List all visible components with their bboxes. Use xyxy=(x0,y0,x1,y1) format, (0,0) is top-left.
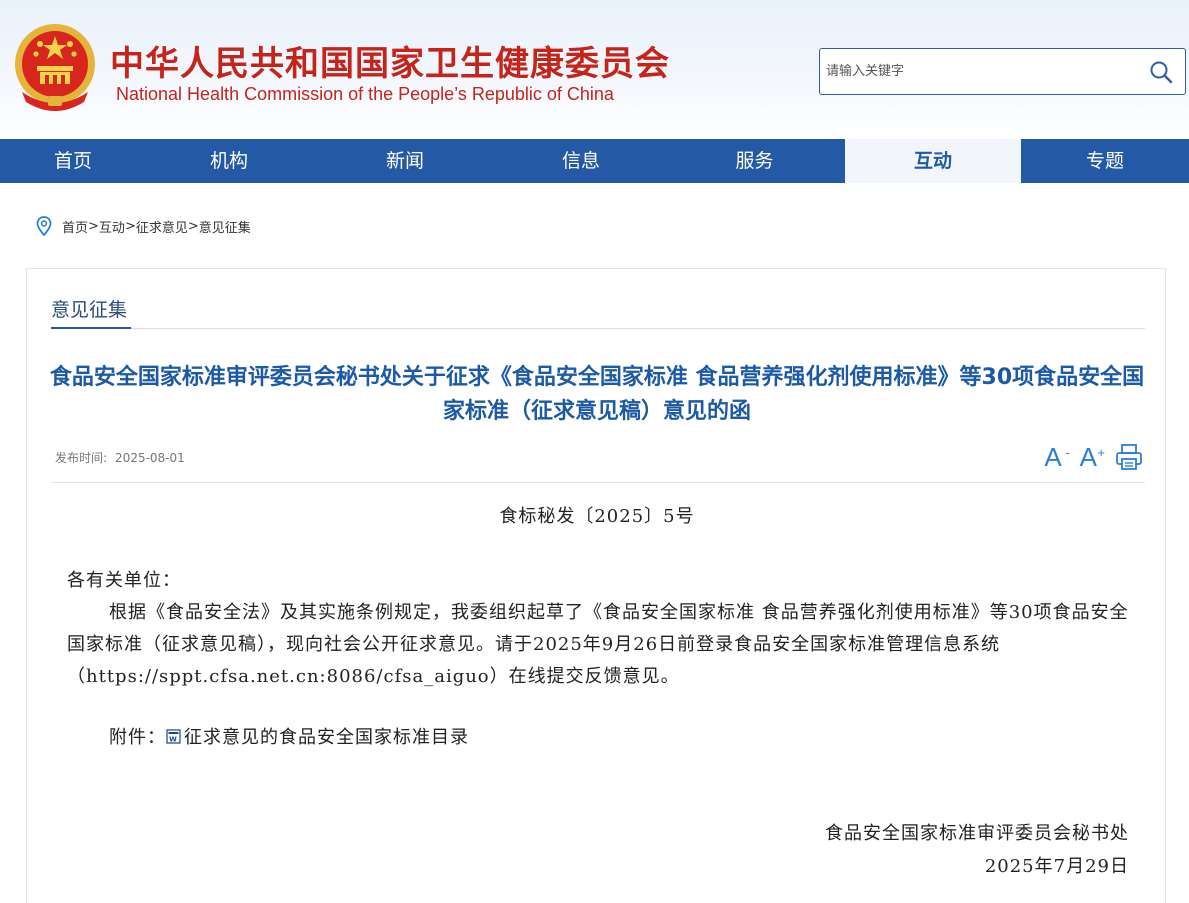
breadcrumb-interaction[interactable]: 互动 xyxy=(99,217,125,236)
site-title-english: National Health Commission of the People… xyxy=(116,84,614,104)
nav-item-services[interactable]: 服务 xyxy=(664,139,845,183)
location-pin-icon xyxy=(36,216,52,236)
breadcrumb: 首页 > 互动 > 征求意见 > 意见征集 xyxy=(36,215,251,237)
section-title: 意见征集 xyxy=(51,299,128,321)
nav-item-topics[interactable]: 专题 xyxy=(1021,139,1189,183)
main-nav: 首页 机构 新闻 信息 服务 互动 专题 xyxy=(0,139,1189,183)
breadcrumb-current[interactable]: 意见征集 xyxy=(199,217,251,236)
body-paragraph: 根据《食品安全法》及其实施条例规定，我委组织起草了《食品安全国家标准 食品营养强… xyxy=(67,602,1129,687)
site-header: 中华人民共和国国家卫生健康委员会 National Health Commiss… xyxy=(0,0,1189,139)
signature-organization: 食品安全国家标准审评委员会秘书处 xyxy=(825,823,1129,844)
article-card: 意见征集 食品安全国家标准审评委员会秘书处关于征求《食品安全国家标准 食品营养强… xyxy=(26,268,1166,903)
font-increase-button[interactable]: A + xyxy=(1079,442,1105,472)
font-increase-sup: + xyxy=(1097,445,1105,460)
font-decrease-label: A xyxy=(1044,442,1062,472)
publish-time-label: 发布时间: xyxy=(55,451,108,465)
section-title-underline xyxy=(51,327,131,329)
publish-date: 2025-08-01 xyxy=(115,451,185,465)
font-decrease-button[interactable]: A- xyxy=(1044,442,1069,472)
search-icon[interactable] xyxy=(1149,60,1173,84)
font-increase-label: A xyxy=(1079,442,1097,472)
breadcrumb-home[interactable]: 首页 xyxy=(62,217,88,236)
article-tools: A- A + xyxy=(1034,443,1143,471)
attachment-label: 附件： xyxy=(109,727,166,748)
publish-time: 发布时间: 2025-08-01 xyxy=(55,449,193,466)
nav-item-interaction[interactable]: 互动 xyxy=(845,139,1021,183)
salutation: 各有关单位： xyxy=(67,570,181,591)
section-divider xyxy=(51,328,1145,329)
document-number: 食标秘发〔2025〕5号 xyxy=(499,506,695,527)
meta-divider xyxy=(51,482,1145,483)
nav-item-information[interactable]: 信息 xyxy=(498,139,664,183)
nav-item-news[interactable]: 新闻 xyxy=(312,139,498,183)
national-emblem-icon[interactable] xyxy=(12,22,98,112)
word-document-icon: W xyxy=(166,728,181,744)
breadcrumb-separator: > xyxy=(88,218,99,234)
breadcrumb-separator: > xyxy=(124,218,136,234)
attachment: 附件： W 征求意见的食品安全国家标准目录 xyxy=(109,723,469,749)
signature-date: 2025年7月29日 xyxy=(984,856,1129,877)
search-box xyxy=(819,48,1186,95)
signature: 食品安全国家标准审评委员会秘书处 2025年7月29日 xyxy=(825,817,1129,883)
print-icon[interactable] xyxy=(1115,443,1143,471)
attachment-link[interactable]: 征求意见的食品安全国家标准目录 xyxy=(184,723,469,749)
search-input[interactable] xyxy=(826,49,1136,94)
font-decrease-sup: - xyxy=(1065,445,1070,460)
article-body: 各有关单位： 根据《食品安全法》及其实施条例规定，我委组织起草了《食品安全国家标… xyxy=(67,565,1131,693)
site-title-chinese: 中华人民共和国国家卫生健康委员会 xyxy=(110,44,670,84)
breadcrumb-separator: > xyxy=(187,218,199,234)
nav-item-organization[interactable]: 机构 xyxy=(146,139,312,183)
article-title: 食品安全国家标准审评委员会秘书处关于征求《食品安全国家标准 食品营养强化剂使用标… xyxy=(49,365,1145,424)
breadcrumb-solicit-comments[interactable]: 征求意见 xyxy=(136,217,188,236)
svg-text:W: W xyxy=(169,735,178,743)
nav-item-home[interactable]: 首页 xyxy=(0,139,146,183)
